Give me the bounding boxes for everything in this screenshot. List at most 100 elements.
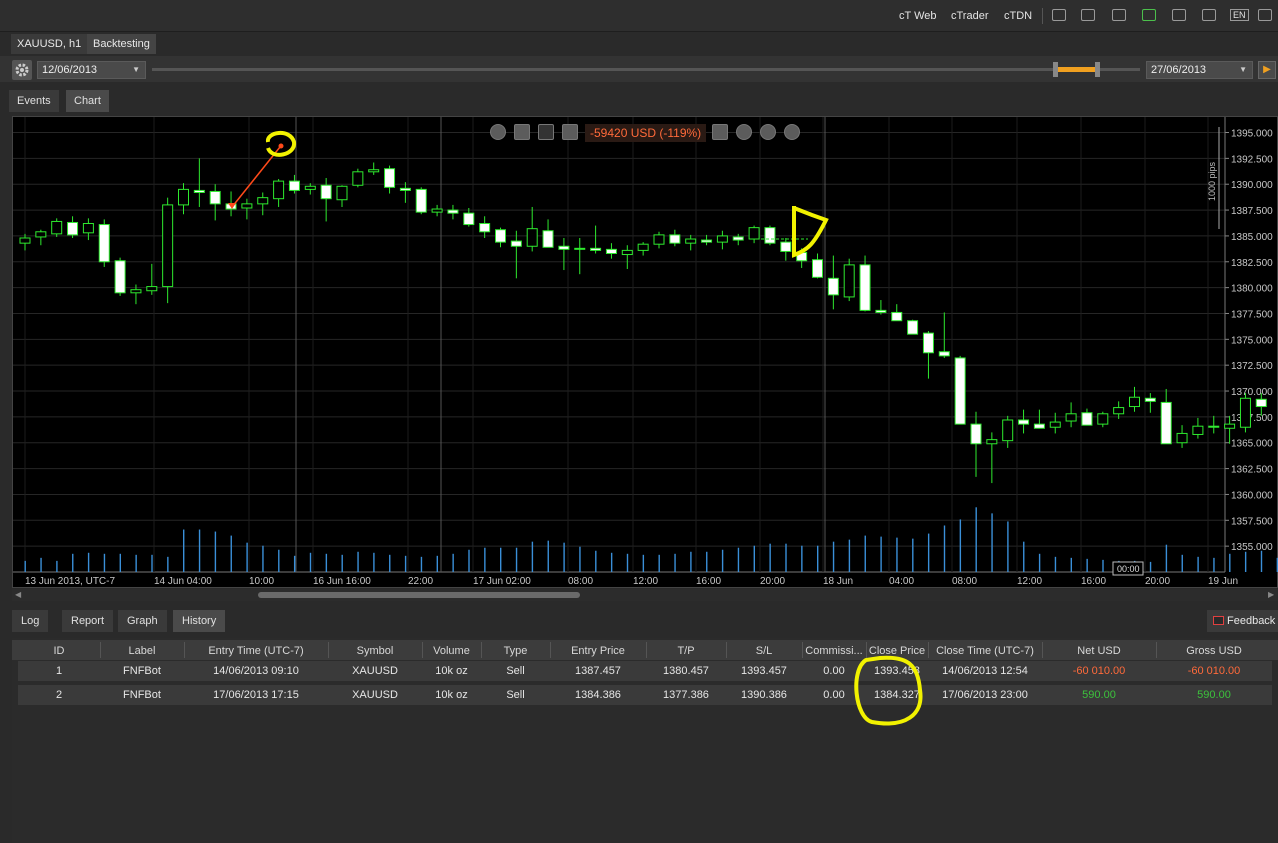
window-icon[interactable] <box>1258 9 1272 21</box>
column-header[interactable]: Close Time (UTC-7) <box>928 645 1042 657</box>
table-cell: 0.00 <box>823 665 845 677</box>
table-cell: 1393.458 <box>874 665 920 677</box>
volume-bar <box>737 547 740 572</box>
tab-history[interactable]: History <box>173 610 226 632</box>
table-cell: 14/06/2013 12:54 <box>942 665 1028 677</box>
table-cell: 17/06/2013 17:15 <box>213 689 299 701</box>
volume-bar <box>579 546 581 572</box>
chart-scrollbar-thumb[interactable] <box>258 592 580 598</box>
start-date-select[interactable]: 12/06/2013 ▼ <box>37 61 146 79</box>
column-header[interactable]: Entry Time (UTC-7) <box>184 645 328 657</box>
candles-icon[interactable] <box>562 124 578 140</box>
y-tick-label: 1375.000 <box>1231 335 1273 346</box>
chart-scrollbar[interactable] <box>12 589 1278 601</box>
candle-body <box>922 332 934 354</box>
candle-body <box>891 311 903 322</box>
column-header[interactable]: Volume <box>422 645 481 657</box>
candle-body <box>859 264 871 311</box>
ct-web-link[interactable]: cT Web <box>899 10 937 22</box>
tab-log[interactable]: Log <box>12 610 49 632</box>
facebook-icon[interactable] <box>736 124 752 140</box>
gear-icon[interactable] <box>12 60 32 80</box>
volume-bar <box>198 529 201 572</box>
column-header[interactable]: Type <box>481 645 550 657</box>
scroll-right-icon[interactable]: ▶ <box>1268 590 1274 599</box>
candle-body <box>114 260 126 294</box>
volume-bar <box>1070 557 1072 572</box>
column-header[interactable]: Close Price <box>866 645 928 657</box>
tab-events[interactable]: Events <box>9 90 59 112</box>
hand-check-icon[interactable] <box>1142 9 1156 21</box>
objects-icon[interactable] <box>760 124 776 140</box>
ctdn-link[interactable]: cTDN <box>1004 10 1032 22</box>
range-slider-handle-left[interactable] <box>1053 62 1058 77</box>
table-cell: Sell <box>506 665 525 677</box>
range-slider-handle-right[interactable] <box>1095 62 1100 77</box>
column-header[interactable]: Entry Price <box>550 645 646 657</box>
candle-body <box>1097 413 1109 425</box>
settings-icon[interactable] <box>1112 9 1126 21</box>
play-button[interactable]: ▶ <box>1258 61 1276 79</box>
column-header[interactable]: ID <box>18 645 100 657</box>
column-header[interactable]: T/P <box>646 645 726 657</box>
volume-bar <box>912 538 914 572</box>
scroll-left-icon[interactable]: ◀ <box>15 590 21 599</box>
tab-graph[interactable]: Graph <box>118 610 167 632</box>
volume-bar <box>817 545 819 572</box>
candle-body <box>352 171 364 186</box>
x-tick-label: 18 Jun <box>823 576 853 587</box>
column-header[interactable]: Commissi... <box>802 645 866 657</box>
volume-bar <box>151 554 153 572</box>
zoom-icon[interactable] <box>490 124 506 140</box>
candle-body <box>748 227 760 240</box>
column-header[interactable]: Symbol <box>328 645 422 657</box>
candle-body <box>1239 397 1251 428</box>
column-header[interactable]: Gross USD <box>1156 645 1272 657</box>
tab-chart[interactable]: Chart <box>66 90 109 112</box>
volume-bar <box>1260 550 1263 572</box>
y-tick-label: 1382.500 <box>1231 258 1273 269</box>
table-cell: 14/06/2013 09:10 <box>213 665 299 677</box>
end-date-select[interactable]: 27/06/2013 ▼ <box>1146 61 1253 79</box>
chat-icon <box>1213 616 1224 625</box>
end-date-value: 27/06/2013 <box>1151 64 1207 76</box>
settings-icon[interactable] <box>514 124 530 140</box>
column-header[interactable]: S/L <box>726 645 802 657</box>
tab-symbol[interactable]: XAUUSD, h1 <box>11 34 88 54</box>
x-tick-label: 10:00 <box>249 576 274 587</box>
candle-body <box>621 249 633 256</box>
column-header[interactable]: Label <box>100 645 184 657</box>
video-icon[interactable] <box>1081 9 1095 21</box>
chart-type-icon[interactable] <box>538 124 554 140</box>
list-icon[interactable] <box>712 124 728 140</box>
column-header[interactable]: Net USD <box>1042 645 1156 657</box>
sound-icon[interactable] <box>1202 9 1216 21</box>
template-icon[interactable] <box>784 124 800 140</box>
language-selector[interactable]: EN <box>1230 9 1249 21</box>
volume-bar <box>943 525 946 572</box>
notes-icon[interactable] <box>1052 9 1066 21</box>
ctrader-link[interactable]: cTrader <box>951 10 989 22</box>
table-cell: -60 010.00 <box>1187 665 1241 677</box>
column-separator <box>928 642 929 658</box>
y-tick-label: 1377.500 <box>1231 309 1273 320</box>
table-cell: 10k oz <box>435 665 468 677</box>
price-chart[interactable]: 1395.000 1392.500 1390.000 1387.500 1385.000… <box>12 116 1278 588</box>
y-tick-label: 1390.000 <box>1231 180 1273 191</box>
candle-body <box>225 203 237 210</box>
volume-bar <box>848 539 851 572</box>
y-tick-label: 1372.500 <box>1231 361 1273 372</box>
column-separator <box>802 642 803 658</box>
chart-canvas[interactable]: 1395.000 1392.500 1390.000 1387.500 1385.000… <box>13 117 1278 589</box>
candle-body <box>986 439 998 445</box>
volume-bar <box>1149 561 1152 572</box>
range-slider-selection[interactable] <box>1058 67 1096 72</box>
candle-body <box>288 180 300 191</box>
range-slider-track[interactable] <box>152 68 1140 71</box>
calendar-icon[interactable] <box>1172 9 1186 21</box>
tab-report[interactable]: Report <box>62 610 114 632</box>
x-tick-label: 14 Jun 04:00 <box>154 576 212 587</box>
candle-body <box>812 259 823 278</box>
tab-backtesting[interactable]: Backtesting <box>87 34 156 54</box>
feedback-button[interactable]: Feedback <box>1207 610 1278 632</box>
